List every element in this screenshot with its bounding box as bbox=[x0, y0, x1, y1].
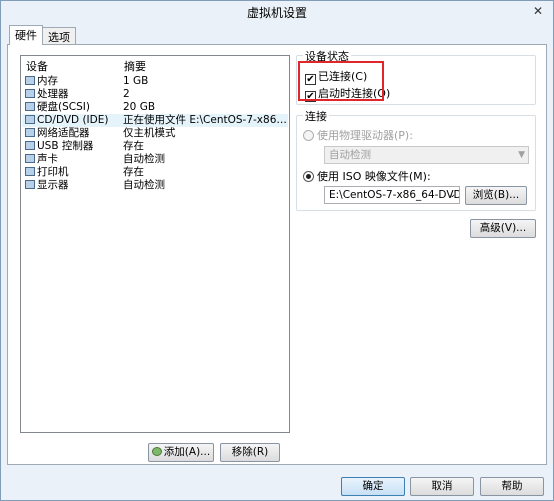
highlight-box bbox=[298, 61, 384, 101]
add-device-label: 添加(A)... bbox=[163, 446, 211, 458]
connection-group: 连接 使用物理驱动器(P): 自动检测 ▼ 使用 ISO 映像文件(M): E:… bbox=[296, 108, 536, 211]
column-header-summary[interactable]: 摘要 bbox=[124, 58, 146, 74]
device-summary: 2 bbox=[123, 88, 130, 100]
device-row[interactable]: 硬盘(SCSI) 20 GB bbox=[22, 101, 288, 114]
chevron-down-icon: ⌄ bbox=[448, 190, 456, 200]
help-button[interactable]: 帮助 bbox=[480, 477, 544, 496]
column-header-device[interactable]: 设备 bbox=[26, 58, 48, 74]
hardware-panel: 设备 摘要 内存 1 GB 处理器 2 硬盘(SCSI) 20 GB CD/DVD (IDE… bbox=[7, 44, 547, 465]
device-label: 内存 bbox=[37, 75, 58, 87]
device-summary: 自动检测 bbox=[123, 153, 165, 165]
connection-title: 连接 bbox=[303, 108, 329, 124]
physical-drive-label: 使用物理驱动器(P): bbox=[317, 129, 413, 142]
display-icon bbox=[25, 180, 35, 189]
list-header: 设备 摘要 bbox=[21, 56, 289, 73]
iso-image-radio[interactable] bbox=[303, 171, 314, 182]
device-name: CD/DVD (IDE) bbox=[25, 114, 120, 127]
device-name: USB 控制器 bbox=[25, 140, 120, 153]
physical-drive-option[interactable]: 使用物理驱动器(P): bbox=[303, 127, 413, 143]
device-name: 声卡 bbox=[25, 153, 120, 166]
device-name: 显示器 bbox=[25, 179, 120, 192]
device-label: 处理器 bbox=[37, 88, 69, 100]
device-row[interactable]: 网络适配器 仅主机模式 bbox=[22, 127, 288, 140]
hard-disk-icon bbox=[25, 102, 35, 111]
add-device-button[interactable]: 添加(A)... bbox=[148, 443, 214, 462]
title-bar: 虚拟机设置 ✕ bbox=[1, 1, 553, 23]
device-label: 打印机 bbox=[37, 166, 69, 178]
device-name: 内存 bbox=[25, 75, 120, 88]
physical-drive-value: 自动检测 bbox=[329, 149, 371, 161]
device-label: USB 控制器 bbox=[37, 140, 94, 152]
device-label: 显示器 bbox=[37, 179, 69, 191]
device-label: CD/DVD (IDE) bbox=[37, 114, 109, 126]
vm-settings-window: 虚拟机设置 ✕ 硬件 选项 设备 摘要 内存 1 GB 处理器 2 硬盘(SCSI) 20… bbox=[0, 0, 554, 501]
device-row[interactable]: USB 控制器 存在 bbox=[22, 140, 288, 153]
device-label: 声卡 bbox=[37, 153, 58, 165]
remove-device-button[interactable]: 移除(R) bbox=[220, 443, 280, 462]
usb-icon bbox=[25, 141, 35, 150]
device-name: 网络适配器 bbox=[25, 127, 120, 140]
device-name: 处理器 bbox=[25, 88, 120, 101]
network-adapter-icon bbox=[25, 128, 35, 137]
device-summary: 存在 bbox=[123, 140, 144, 152]
physical-drive-radio[interactable] bbox=[303, 130, 314, 141]
ok-button[interactable]: 确定 bbox=[341, 477, 405, 496]
iso-image-label: 使用 ISO 映像文件(M): bbox=[317, 170, 431, 183]
shield-icon bbox=[151, 447, 162, 456]
device-summary: 20 GB bbox=[123, 101, 156, 113]
device-row[interactable]: 显示器 自动检测 bbox=[22, 179, 288, 192]
tab-hardware[interactable]: 硬件 bbox=[9, 25, 43, 45]
close-icon[interactable]: ✕ bbox=[529, 4, 547, 18]
advanced-button[interactable]: 高级(V)... bbox=[470, 219, 536, 238]
cancel-button[interactable]: 取消 bbox=[410, 477, 474, 496]
printer-icon bbox=[25, 167, 35, 176]
memory-icon bbox=[25, 76, 35, 85]
device-list[interactable]: 设备 摘要 内存 1 GB 处理器 2 硬盘(SCSI) 20 GB CD/DVD (IDE… bbox=[20, 55, 290, 433]
processor-icon bbox=[25, 89, 35, 98]
device-summary: 正在使用文件 E:\CentOS-7-x86_64-... bbox=[123, 114, 287, 126]
device-row[interactable]: CD/DVD (IDE) 正在使用文件 E:\CentOS-7-x86_64-..… bbox=[22, 114, 288, 127]
cd-dvd-icon bbox=[25, 115, 35, 124]
device-summary: 仅主机模式 bbox=[123, 127, 176, 139]
device-label: 硬盘(SCSI) bbox=[37, 101, 90, 113]
device-row[interactable]: 声卡 自动检测 bbox=[22, 153, 288, 166]
device-summary: 存在 bbox=[123, 166, 144, 178]
physical-drive-select[interactable]: 自动检测 ▼ bbox=[324, 146, 529, 164]
window-title: 虚拟机设置 bbox=[246, 6, 307, 20]
iso-image-option[interactable]: 使用 ISO 映像文件(M): bbox=[303, 168, 431, 184]
browse-button[interactable]: 浏览(B)... bbox=[465, 186, 527, 205]
chevron-down-icon: ▼ bbox=[518, 150, 525, 160]
device-summary: 1 GB bbox=[123, 75, 149, 87]
device-summary: 自动检测 bbox=[123, 179, 165, 191]
iso-path-select[interactable]: E:\CentOS-7-x86_64-DVD-1 ⌄ bbox=[324, 186, 460, 204]
device-name: 硬盘(SCSI) bbox=[25, 101, 120, 114]
device-label: 网络适配器 bbox=[37, 127, 90, 139]
device-row[interactable]: 打印机 存在 bbox=[22, 166, 288, 179]
sound-card-icon bbox=[25, 154, 35, 163]
device-row[interactable]: 处理器 2 bbox=[22, 88, 288, 101]
iso-path-value: E:\CentOS-7-x86_64-DVD-1 bbox=[329, 189, 460, 201]
device-row[interactable]: 内存 1 GB bbox=[22, 75, 288, 88]
tab-options[interactable]: 选项 bbox=[42, 27, 76, 44]
device-name: 打印机 bbox=[25, 166, 120, 179]
